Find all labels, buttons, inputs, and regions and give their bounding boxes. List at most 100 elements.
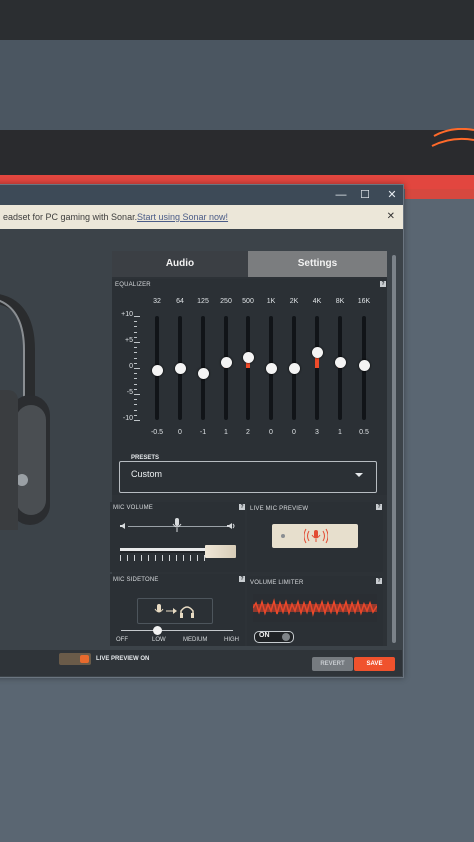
eq-gain-label: 0.5	[359, 429, 369, 436]
eq-gain-label: -0.5	[150, 429, 164, 436]
volume-high-icon	[227, 523, 235, 529]
tab-settings[interactable]: Settings	[248, 251, 387, 277]
chevron-down-icon[interactable]	[355, 473, 363, 477]
eq-gain-label: 0	[269, 429, 273, 436]
background-top	[0, 0, 474, 40]
tab-audio[interactable]: Audio	[112, 251, 248, 277]
presets-label: PRESETS	[128, 455, 163, 461]
sidetone-slider[interactable]	[121, 630, 233, 631]
toggle-knob	[80, 655, 89, 663]
eq-gain-label: 3	[315, 429, 319, 436]
start-sonar-link[interactable]: Start using Sonar now!	[137, 205, 228, 229]
mic-broadcast-icon	[304, 528, 328, 544]
eq-band-handle[interactable]	[288, 362, 300, 374]
minimize-icon[interactable]: —	[331, 187, 351, 203]
db-tick	[134, 404, 137, 406]
eq-band-handle[interactable]	[220, 357, 232, 369]
eq-gain-label: 1	[224, 429, 228, 436]
db-tick	[134, 321, 137, 323]
eq-frequency-label: 64	[176, 298, 184, 305]
sidetone-off[interactable]: OFF	[116, 637, 128, 643]
eq-band-handle[interactable]	[334, 357, 346, 369]
live-mic-preview-button[interactable]	[272, 524, 358, 548]
eq-frequency-label: 8K	[335, 298, 345, 305]
close-icon[interactable]: ✕	[382, 187, 402, 203]
db-label: 0	[129, 363, 133, 370]
db-tick	[134, 316, 140, 317]
db-tick	[134, 362, 137, 364]
eq-frequency-label: 500	[242, 298, 254, 305]
orange-light-streak	[431, 128, 474, 147]
help-icon[interactable]: ?	[239, 576, 245, 582]
eq-frequency-label: 4K	[312, 298, 322, 305]
db-tick	[134, 373, 137, 375]
db-tick	[134, 409, 137, 411]
eq-band-handle[interactable]	[174, 362, 186, 374]
sidetone-illustration	[137, 598, 213, 624]
volume-limiter-waveform	[253, 594, 377, 622]
sidetone-high[interactable]: HIGH	[224, 637, 239, 643]
help-icon[interactable]: ?	[376, 578, 382, 584]
sidetone-low[interactable]: LOW	[152, 637, 166, 643]
sidetone-medium[interactable]: MEDIUM	[183, 637, 207, 643]
db-tick	[134, 342, 140, 343]
eq-band-handle[interactable]	[265, 362, 277, 374]
sonar-banner: eadset for PC gaming with Sonar. Start u…	[0, 205, 403, 229]
eq-band-slider[interactable]	[246, 316, 250, 420]
db-tick	[134, 420, 140, 421]
eq-frequency-label: 16K	[357, 298, 371, 305]
eq-gain-label: 0	[178, 429, 182, 436]
eq-frequency-label: 250	[220, 298, 232, 305]
eq-gain-label: 2	[246, 429, 250, 436]
db-tick	[134, 383, 137, 385]
equalizer-label: EQUALIZER	[115, 282, 151, 288]
eq-band-slider[interactable]	[315, 316, 319, 420]
banner-close-icon[interactable]: ✕	[387, 205, 395, 229]
banner-text: eadset for PC gaming with Sonar.	[3, 212, 138, 222]
eq-band-handle[interactable]	[311, 346, 323, 358]
background-band	[0, 40, 474, 130]
db-tick	[134, 357, 137, 359]
db-tick	[134, 378, 137, 380]
live-preview-label: LIVE PREVIEW ON	[96, 656, 150, 662]
db-tick	[134, 388, 137, 390]
eq-gain-label: 0	[292, 429, 296, 436]
eq-band-handle[interactable]	[242, 352, 254, 364]
db-tick	[134, 352, 137, 354]
mic-sidetone-label: MIC SIDETONE	[113, 577, 159, 583]
background-dark-band	[0, 130, 474, 178]
help-icon[interactable]: ?	[380, 281, 386, 287]
title-bar: — ☐ ✕	[0, 185, 403, 205]
eq-band-handle[interactable]	[151, 365, 163, 377]
db-label: -10	[122, 415, 133, 422]
background-red-stripe-2	[405, 189, 474, 199]
microphone-icon[interactable]	[172, 518, 182, 532]
eq-frequency-label: 125	[197, 298, 209, 305]
db-tick	[134, 368, 140, 369]
mic-volume-label: MIC VOLUME	[113, 505, 154, 511]
sidetone-handle[interactable]	[153, 626, 162, 635]
save-button[interactable]: SAVE	[354, 657, 395, 671]
db-label: -5	[126, 389, 133, 396]
toggle-knob	[282, 633, 290, 641]
presets-value: Custom	[131, 469, 163, 479]
db-tick	[134, 336, 137, 338]
help-icon[interactable]: ?	[239, 504, 245, 510]
revert-button[interactable]: REVERT	[312, 657, 353, 671]
db-tick	[134, 394, 140, 395]
eq-frequency-label: 32	[153, 298, 161, 305]
eq-band-handle[interactable]	[358, 359, 370, 371]
maximize-icon[interactable]: ☐	[355, 187, 375, 203]
eq-band-handle[interactable]	[197, 367, 209, 379]
eq-frequency-label: 1K	[266, 298, 276, 305]
eq-gain-label: 1	[338, 429, 342, 436]
db-tick	[134, 399, 137, 401]
db-label: +5	[125, 337, 133, 344]
mic-volume-handle[interactable]	[205, 545, 236, 558]
help-icon[interactable]: ?	[376, 504, 382, 510]
scrollbar[interactable]	[392, 255, 396, 643]
mic-volume-section	[110, 502, 245, 572]
eq-frequency-label: 2K	[289, 298, 299, 305]
db-tick	[134, 331, 137, 333]
live-mic-preview-label: LIVE MIC PREVIEW	[250, 506, 309, 512]
